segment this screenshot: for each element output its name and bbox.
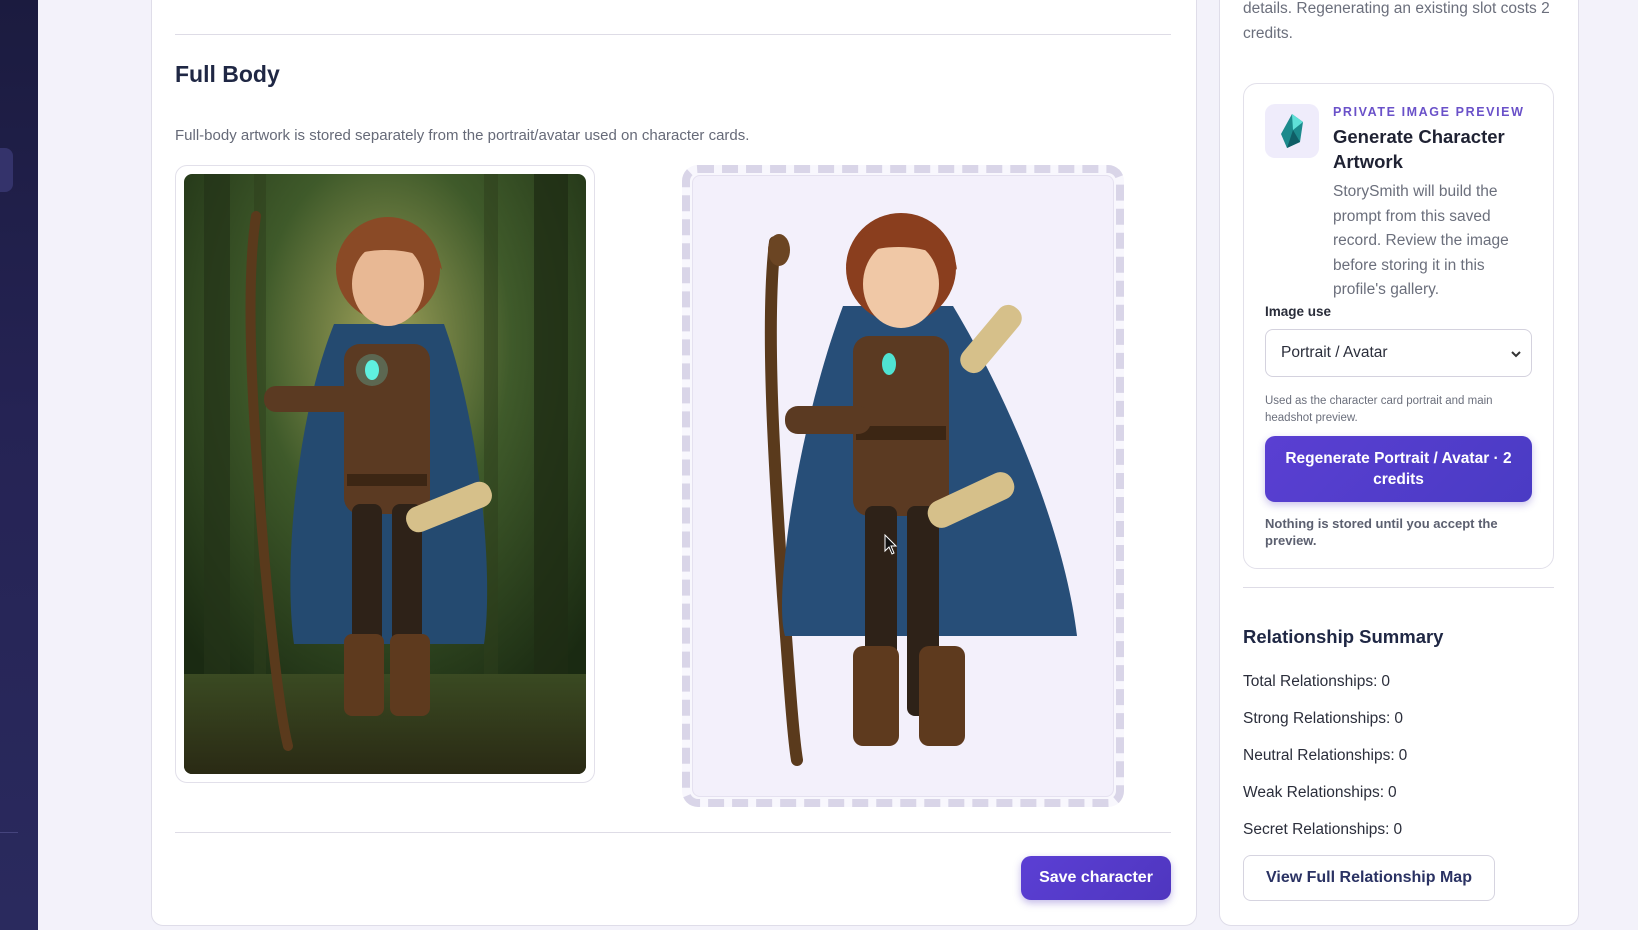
section-divider-bottom: [175, 832, 1171, 833]
regenerate-portrait-button[interactable]: Regenerate Portrait / Avatar · 2 credits: [1265, 436, 1532, 502]
character-full-body-forest-image: [184, 174, 586, 774]
relationship-neutral-value: 0: [1398, 747, 1408, 764]
relationship-divider: [1243, 587, 1554, 588]
mouse-cursor-icon: [884, 534, 898, 555]
image-use-label: Image use: [1265, 304, 1332, 319]
image-use-selected-value: Portrait / Avatar: [1281, 344, 1388, 361]
section-description: Full-body artwork is stored separately f…: [175, 127, 750, 144]
character-full-body-cutout-image: [692, 175, 1114, 797]
relationship-weak: Weak Relationships: 0: [1243, 784, 1397, 802]
app-sidebar: [0, 0, 38, 930]
relationship-secret-value: 0: [1393, 821, 1403, 838]
relationship-weak-value: 0: [1388, 784, 1397, 801]
image-use-select[interactable]: Portrait / Avatar: [1265, 329, 1532, 377]
generator-note: Nothing is stored until you accept the p…: [1265, 516, 1498, 548]
sidebar-divider: [0, 832, 18, 833]
crystal-icon: [1281, 114, 1303, 148]
sidebar-active-tab[interactable]: [0, 148, 13, 192]
forest-artwork-icon: [184, 174, 586, 774]
relationship-total: Total Relationships: 0: [1243, 673, 1390, 691]
relationship-strong-value: 0: [1394, 710, 1403, 727]
relationship-summary-title: Relationship Summary: [1243, 626, 1444, 647]
section-title: Full Body: [175, 61, 280, 87]
relationship-secret: Secret Relationships: 0: [1243, 821, 1402, 839]
relationship-total-label: Total Relationships:: [1243, 673, 1378, 690]
image-use-help: Used as the character card portrait and …: [1265, 395, 1493, 424]
generator-kicker: PRIVATE IMAGE PREVIEW: [1333, 105, 1525, 119]
chevron-down-icon: [1511, 351, 1521, 358]
relationship-total-value: 0: [1381, 673, 1391, 690]
generator-title: Generate Character Artwork: [1333, 126, 1505, 172]
generator-description: StorySmith will build the prompt from th…: [1333, 183, 1509, 298]
relationship-neutral-label: Neutral Relationships:: [1243, 747, 1395, 764]
credits-info-text: details. Regenerating an existing slot c…: [1243, 0, 1550, 42]
relationship-strong: Strong Relationships: 0: [1243, 710, 1403, 728]
preview-artwork-icon: [764, 213, 1077, 766]
relationship-neutral: Neutral Relationships: 0: [1243, 747, 1407, 765]
relationship-weak-label: Weak Relationships:: [1243, 784, 1385, 801]
view-relationship-map-button[interactable]: View Full Relationship Map: [1243, 855, 1495, 901]
generated-preview-frame[interactable]: [682, 165, 1124, 807]
generator-icon-tile: [1265, 104, 1319, 158]
section-divider-top: [175, 34, 1171, 35]
relationship-secret-label: Secret Relationships:: [1243, 821, 1390, 838]
save-character-button[interactable]: Save character: [1021, 856, 1171, 900]
current-full-body-artwork[interactable]: [175, 165, 595, 783]
relationship-strong-label: Strong Relationships:: [1243, 710, 1391, 727]
